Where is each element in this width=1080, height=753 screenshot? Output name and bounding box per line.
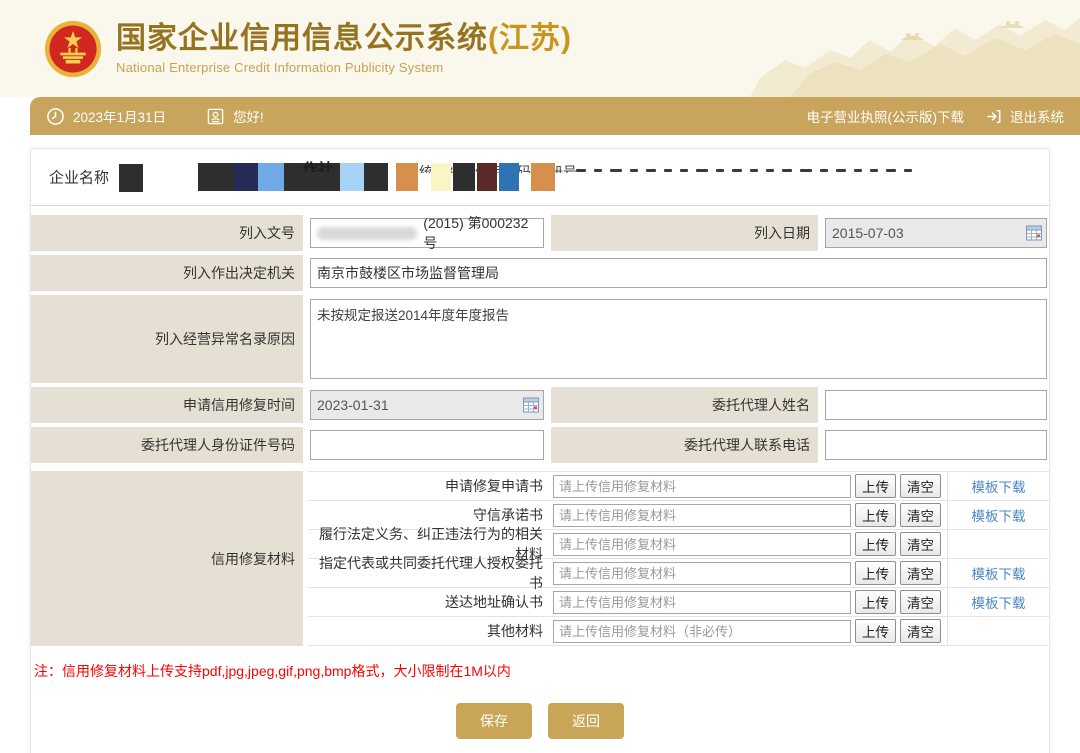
upload-file-input[interactable] xyxy=(553,562,851,585)
clear-button[interactable]: 清空 xyxy=(900,474,941,498)
agent-phone-input[interactable] xyxy=(825,430,1047,460)
authority-input[interactable] xyxy=(310,258,1047,288)
form-row: 列入文号 (2015) 第000232号 列入日期 xyxy=(31,215,1049,251)
upload-row: 申请修复申请书 上传 清空 模板下载 xyxy=(308,472,1049,501)
greeting-text: 您好! xyxy=(233,106,264,126)
upload-button[interactable]: 上传 xyxy=(855,503,896,527)
upload-row: 送达地址确认书 上传 清空 模板下载 xyxy=(308,588,1049,617)
upload-file-input[interactable] xyxy=(553,504,851,527)
template-download-link[interactable]: 模板下载 xyxy=(972,563,1026,583)
upload-row-label: 送达地址确认书 xyxy=(308,592,553,612)
redacted-code-dashes xyxy=(576,169,912,172)
agent-name-input[interactable] xyxy=(825,390,1047,420)
upload-row-label: 指定代表或共同委托代理人授权委托书 xyxy=(308,553,553,593)
page-title-region: (江苏) xyxy=(488,22,572,55)
upload-button[interactable]: 上传 xyxy=(855,474,896,498)
clear-button[interactable]: 清空 xyxy=(900,590,941,614)
enterprise-name-label: 企业名称 xyxy=(49,167,109,188)
user-id-icon xyxy=(206,107,225,126)
clipped-text-fragment: 作社 xyxy=(303,158,333,172)
form-actions: 保存 返回 xyxy=(31,703,1049,739)
license-download-link[interactable]: 电子营业执照(公示版)下载 xyxy=(807,106,965,126)
clear-button[interactable]: 清空 xyxy=(900,619,941,643)
redaction-blur xyxy=(317,227,417,240)
back-button[interactable]: 返回 xyxy=(548,703,624,739)
logout-icon xyxy=(984,107,1003,126)
current-date: 2023年1月31日 xyxy=(73,106,166,126)
upload-button[interactable]: 上传 xyxy=(855,619,896,643)
upload-group-label: 信用修复材料 xyxy=(31,471,303,646)
authority-label: 列入作出决定机关 xyxy=(31,255,303,291)
template-download-link[interactable]: 模板下载 xyxy=(972,505,1026,525)
agent-phone-label: 委托代理人联系电话 xyxy=(551,427,818,463)
listing-date-input[interactable] xyxy=(825,218,1047,248)
page-title: 国家企业信用信息公示系统(江苏) xyxy=(116,22,572,57)
upload-file-input[interactable] xyxy=(553,475,851,498)
site-header: 国家企业信用信息公示系统(江苏) National Enterprise Cre… xyxy=(0,0,1080,97)
redaction-block-group xyxy=(396,163,418,191)
upload-button[interactable]: 上传 xyxy=(855,590,896,614)
clear-button[interactable]: 清空 xyxy=(900,503,941,527)
form-row: 委托代理人身份证件号码 委托代理人联系电话 xyxy=(31,427,1049,463)
page-subtitle: National Enterprise Credit Information P… xyxy=(116,60,572,75)
upload-row-label: 其他材料 xyxy=(308,621,553,641)
national-emblem-icon xyxy=(44,20,102,78)
calendar-icon[interactable] xyxy=(1026,226,1042,241)
save-button[interactable]: 保存 xyxy=(456,703,532,739)
template-download-link[interactable]: 模板下载 xyxy=(972,476,1026,496)
redaction-block-group xyxy=(431,163,519,191)
upload-row-label: 守信承诺书 xyxy=(308,505,553,525)
redaction-block-group xyxy=(531,163,555,191)
reason-label: 列入经营异常名录原因 xyxy=(31,295,303,383)
upload-row-label: 申请修复申请书 xyxy=(308,476,553,496)
calendar-icon[interactable] xyxy=(523,398,539,413)
listing-doc-label: 列入文号 xyxy=(31,215,303,251)
upload-format-note: 注：信用修复材料上传支持pdf,jpg,jpeg,gif,png,bmp格式，大… xyxy=(34,661,1049,681)
agent-id-input[interactable] xyxy=(310,430,544,460)
clear-button[interactable]: 清空 xyxy=(900,532,941,556)
main-panel: 企业名称 作社 统一社会信用代码/注册号 列入文号 (2015) 第000232… xyxy=(30,148,1050,753)
upload-section: 信用修复材料 申请修复申请书 上传 清空 模板下载 守信承诺书 上传 清空 xyxy=(31,471,1049,646)
apply-time-label: 申请信用修复时间 xyxy=(31,387,303,423)
great-wall-watermark-icon xyxy=(750,0,1080,97)
upload-row: 指定代表或共同委托代理人授权委托书 上传 清空 模板下载 xyxy=(308,559,1049,588)
upload-file-input[interactable] xyxy=(553,533,851,556)
clock-icon xyxy=(46,107,65,126)
template-download-link[interactable]: 模板下载 xyxy=(972,592,1026,612)
credit-repair-form: 列入文号 (2015) 第000232号 列入日期 列入作出决定机关 xyxy=(31,215,1049,646)
clear-button[interactable]: 清空 xyxy=(900,561,941,585)
reason-textarea[interactable]: 未按规定报送2014年度年度报告 xyxy=(310,299,1047,379)
upload-button[interactable]: 上传 xyxy=(855,532,896,556)
redaction-block-group xyxy=(198,163,388,191)
apply-time-input[interactable] xyxy=(310,390,544,420)
listing-doc-field: (2015) 第000232号 xyxy=(310,218,544,248)
upload-button[interactable]: 上传 xyxy=(855,561,896,585)
upload-file-input[interactable] xyxy=(553,591,851,614)
upload-row: 其他材料 上传 清空 xyxy=(308,617,1049,646)
redaction-block xyxy=(119,164,143,188)
form-row: 列入经营异常名录原因 未按规定报送2014年度年度报告 xyxy=(31,295,1049,383)
form-row: 列入作出决定机关 xyxy=(31,255,1049,291)
page: 国家企业信用信息公示系统(江苏) National Enterprise Cre… xyxy=(0,0,1080,753)
form-row: 申请信用修复时间 委托代理人姓名 xyxy=(31,387,1049,423)
listing-date-label: 列入日期 xyxy=(551,215,818,251)
agent-name-label: 委托代理人姓名 xyxy=(551,387,818,423)
upload-file-input[interactable] xyxy=(553,620,851,643)
topbar: 2023年1月31日 您好! 电子营业执照(公示版)下载 退出系统 xyxy=(30,97,1080,135)
logout-button[interactable]: 退出系统 xyxy=(1010,106,1064,126)
agent-id-label: 委托代理人身份证件号码 xyxy=(31,427,303,463)
enterprise-info-row: 企业名称 作社 统一社会信用代码/注册号 xyxy=(31,149,1049,206)
listing-doc-value: (2015) 第000232号 xyxy=(423,213,537,253)
